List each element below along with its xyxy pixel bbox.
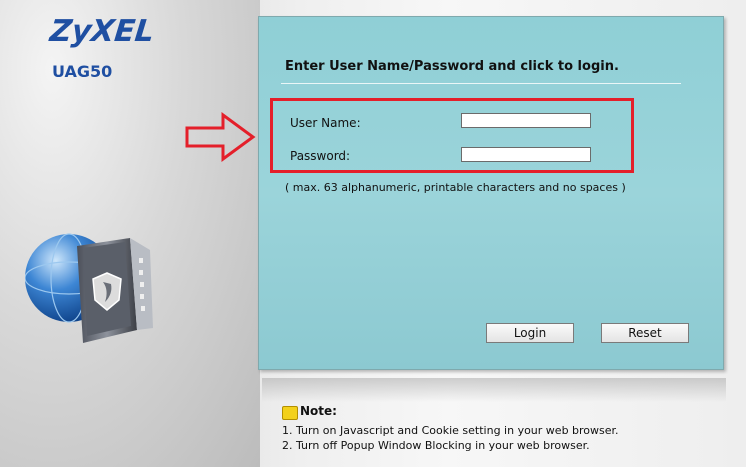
note-item: 2. Turn off Popup Window Blocking in you…: [282, 439, 590, 452]
password-hint: ( max. 63 alphanumeric, printable charac…: [285, 181, 626, 194]
login-panel: Enter User Name/Password and click to lo…: [258, 16, 724, 370]
title-divider: [281, 83, 681, 84]
model-name: UAG50: [52, 62, 113, 81]
brand-logo: ZyXEL: [48, 14, 156, 49]
reset-button[interactable]: Reset: [601, 323, 689, 343]
highlight-box: [270, 98, 634, 173]
note-icon: [282, 406, 298, 420]
panel-reflection: [262, 378, 726, 402]
security-appliance-icon: [25, 233, 153, 343]
branding-panel: ZyXEL UAG50: [0, 0, 260, 467]
note-title: Note:: [300, 404, 337, 418]
note-item: 1. Turn on Javascript and Cookie setting…: [282, 424, 619, 437]
login-title: Enter User Name/Password and click to lo…: [285, 59, 619, 74]
right-arrow-icon: [185, 112, 256, 162]
login-button[interactable]: Login: [486, 323, 574, 343]
